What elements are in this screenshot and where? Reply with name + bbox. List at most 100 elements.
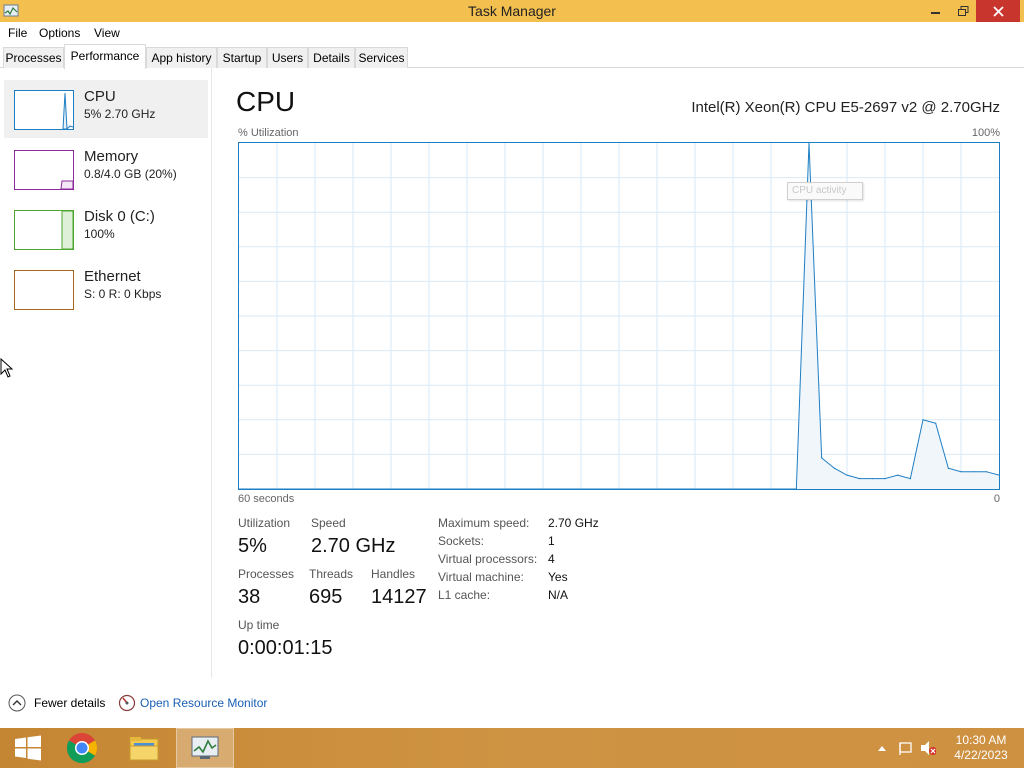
start-button[interactable]	[0, 728, 56, 768]
handles-label: Handles	[371, 567, 416, 581]
menu-bar: File Options View	[0, 22, 1024, 44]
taskbar-file-explorer[interactable]	[116, 728, 172, 768]
taskbar: 10:30 AM 4/22/2023	[0, 728, 1024, 768]
close-button[interactable]	[976, 0, 1020, 22]
spec-value: 1	[548, 534, 555, 548]
uptime-label: Up time	[238, 618, 280, 632]
disk-mini-graph	[61, 211, 73, 249]
close-icon	[992, 5, 1004, 17]
resource-name: CPU	[84, 88, 116, 105]
tab-details[interactable]: Details	[308, 47, 355, 68]
volume-muted-icon	[921, 741, 936, 755]
speed-value: 2.70 GHz	[311, 535, 396, 557]
resource-item-memory[interactable]: Memory 0.8/4.0 GB (20%)	[4, 140, 208, 198]
memory-thumbnail	[14, 150, 74, 190]
menu-view[interactable]: View	[94, 26, 120, 40]
resource-item-disk[interactable]: Disk 0 (C:) 100%	[4, 200, 208, 258]
spec-label: L1 cache:	[438, 588, 491, 602]
spec-label: Virtual processors:	[438, 552, 538, 566]
graph-tooltip: CPU activity	[787, 182, 863, 200]
spec-value: 4	[548, 552, 555, 566]
processes-value: 38	[238, 586, 261, 608]
tab-app-history[interactable]: App history	[146, 47, 217, 68]
taskbar-task-manager[interactable]	[176, 728, 234, 768]
cpu-data-point	[821, 457, 823, 459]
spec-label: Virtual machine:	[438, 570, 524, 584]
restore-button[interactable]	[950, 0, 976, 22]
cpu-data-point	[985, 471, 987, 473]
menu-file[interactable]: File	[8, 26, 27, 40]
collapse-icon[interactable]	[8, 694, 26, 712]
fewer-details-link[interactable]: Fewer details	[34, 696, 105, 710]
windows-logo-icon	[15, 735, 41, 761]
spec-value: Yes	[548, 570, 568, 584]
chrome-icon	[66, 733, 98, 764]
spec-label: Sockets:	[438, 534, 485, 548]
folder-icon	[129, 737, 159, 761]
open-resource-monitor-link[interactable]: Open Resource Monitor	[140, 696, 267, 710]
cpu-data-point	[884, 478, 886, 480]
cpu-data-point	[960, 471, 962, 473]
mouse-cursor-icon	[0, 358, 14, 378]
cpu-data-point	[859, 478, 861, 480]
show-hidden-icons-button[interactable]	[874, 740, 890, 756]
tray-volume[interactable]	[920, 740, 936, 756]
cpu-data-point	[909, 478, 911, 480]
spec-value: N/A	[548, 588, 569, 602]
resource-name: Memory	[84, 148, 139, 165]
title-bar: Task Manager	[0, 0, 1024, 22]
chevron-up-icon	[878, 746, 886, 751]
window-title: Task Manager	[468, 3, 556, 19]
cpu-data-point	[947, 467, 949, 469]
tab-services[interactable]: Services	[355, 47, 408, 68]
resource-detail: S: 0 R: 0 Kbps	[84, 287, 162, 301]
resource-monitor-icon	[118, 694, 136, 712]
resource-detail: 5% 2.70 GHz	[84, 107, 156, 121]
clock-date: 4/22/2023	[954, 748, 1008, 762]
cpu-data-point	[239, 488, 240, 489]
menu-options[interactable]: Options	[39, 26, 80, 40]
spec-value: 2.70 GHz	[548, 516, 599, 530]
taskbar-chrome[interactable]	[54, 728, 110, 768]
resource-name: Disk 0 (C:)	[84, 208, 155, 225]
memory-mini-graph	[60, 180, 73, 189]
task-manager-taskbar-icon	[191, 736, 219, 759]
resource-name: Ethernet	[84, 268, 141, 285]
minimize-icon	[931, 12, 940, 14]
y-axis-label: % Utilization	[238, 127, 299, 139]
y-max-label: 100%	[971, 127, 1000, 139]
x-axis-end-label: 0	[993, 493, 1000, 505]
cpu-mini-graph	[62, 92, 73, 129]
utilization-label: Utilization	[238, 516, 291, 530]
page-title: CPU	[236, 86, 296, 117]
spec-label: Maximum speed:	[438, 516, 530, 530]
tab-processes[interactable]: Processes	[3, 47, 64, 68]
resource-item-ethernet[interactable]: Ethernet S: 0 R: 0 Kbps	[4, 260, 208, 318]
threads-value: 695	[309, 586, 343, 608]
cpu-data-point	[973, 471, 975, 473]
tab-startup[interactable]: Startup	[217, 47, 267, 68]
cpu-data-point	[897, 474, 899, 476]
tray-action-center[interactable]	[898, 740, 914, 756]
restore-icon	[957, 5, 968, 16]
tab-strip: Processes Performance App history Startu…	[0, 44, 1024, 69]
system-clock[interactable]: 10:30 AM 4/22/2023	[948, 733, 1014, 763]
uptime-value: 0:00:01:15	[238, 637, 333, 659]
cpu-model: Intel(R) Xeon(R) CPU E5-2697 v2 @ 2.70GH…	[691, 99, 1000, 116]
cpu-thumbnail	[14, 90, 74, 130]
tab-users[interactable]: Users	[267, 47, 308, 68]
resource-item-cpu[interactable]: CPU 5% 2.70 GHz	[4, 80, 208, 138]
footer: Fewer details Open Resource Monitor	[0, 690, 1024, 720]
processes-label: Processes	[238, 567, 295, 581]
resource-detail: 0.8/4.0 GB (20%)	[84, 167, 177, 181]
tab-performance[interactable]: Performance	[64, 44, 146, 69]
cpu-utilization-graph	[238, 142, 1000, 490]
flag-icon	[899, 742, 912, 755]
ethernet-thumbnail	[14, 270, 74, 310]
minimize-button[interactable]	[922, 0, 950, 22]
resource-detail: 100%	[84, 227, 115, 241]
speed-label: Speed	[311, 516, 346, 530]
x-axis-start-label: 60 seconds	[238, 493, 295, 505]
cpu-data-point	[871, 478, 873, 480]
cpu-data-point	[922, 419, 924, 421]
